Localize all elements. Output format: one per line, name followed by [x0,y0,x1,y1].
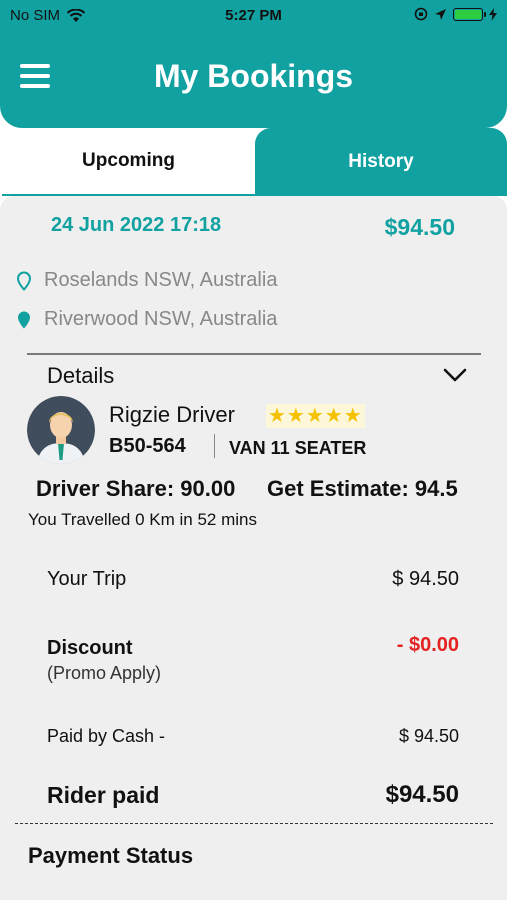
details-label: Details [47,363,115,388]
get-estimate: Get Estimate: 94.5 [267,476,458,501]
booking-datetime: 24 Jun 2022 17:18 [51,214,222,236]
your-trip-value: $ 94.50 [392,568,459,590]
pin-outline-icon [16,270,32,291]
divider [27,353,481,355]
your-trip-label: Your Trip [47,568,127,590]
booking-tabs: Upcoming History [0,128,507,196]
separator [214,434,215,458]
cash-value: $ 94.50 [398,726,459,746]
app-header: No SIM 5:27 PM My Bookings [0,0,507,128]
travel-summary: You Travelled 0 Km in 52 mins [28,510,257,529]
pickup-location: Roselands NSW, Australia [16,269,277,292]
driver-name: Rigzie Driver [109,402,235,427]
payment-status-heading: Payment Status [28,843,194,868]
rating-stars: ★★★★★ [266,404,365,428]
driver-share: Driver Share: 90.00 [36,476,236,501]
pickup-address: Roselands NSW, Australia [44,269,278,291]
vehicle-type: VAN 11 SEATER [229,438,367,458]
cash-label: Paid by Cash - [47,726,166,746]
dropoff-address: Riverwood NSW, Australia [44,308,278,330]
avatar-icon [27,396,95,464]
page-title: My Bookings [153,58,354,94]
orientation-lock-icon [414,7,428,21]
location-arrow-icon [435,8,446,20]
dashed-divider [15,823,493,824]
tab-upcoming[interactable]: Upcoming [2,128,255,196]
booking-price: $94.50 [384,214,455,240]
vehicle-plate: B50-564 [109,435,186,457]
driver-avatar [27,396,95,464]
chevron-down-icon[interactable] [443,366,467,384]
rider-paid-value: $94.50 [385,781,459,808]
charging-icon [489,7,497,21]
booking-card[interactable]: 24 Jun 2022 17:18 $94.50 Roselands NSW, … [0,196,507,900]
promo-label: (Promo Apply) [47,663,162,683]
status-bar: No SIM 5:27 PM [0,0,507,30]
discount-label: Discount [47,637,133,659]
pin-filled-icon [18,311,30,328]
discount-value: - $0.00 [396,634,459,656]
tab-history[interactable]: History [255,128,507,196]
dropoff-location: Riverwood NSW, Australia [16,308,277,331]
status-right [414,7,497,21]
rider-paid-label: Rider paid [47,782,160,808]
battery-icon [453,7,486,21]
